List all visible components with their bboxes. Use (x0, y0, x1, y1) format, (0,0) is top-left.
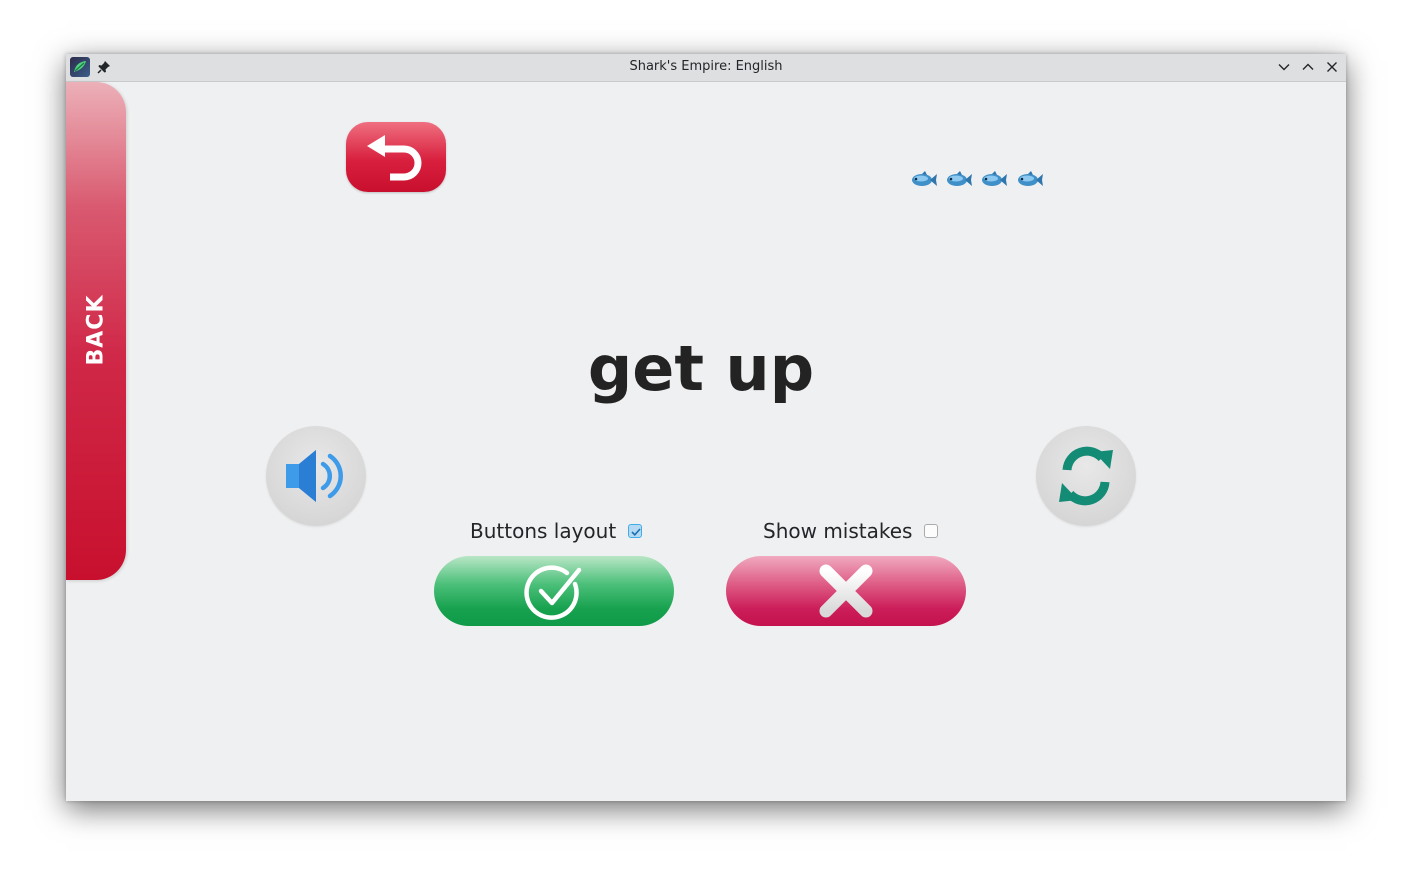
close-icon (1327, 62, 1337, 72)
current-word: get up (587, 332, 815, 405)
show-mistakes-option: Show mistakes (763, 519, 939, 543)
refresh-icon (1059, 446, 1113, 506)
buttons-layout-checkbox[interactable] (628, 524, 643, 538)
fish-icon (944, 165, 974, 195)
buttons-layout-label: Buttons layout (470, 519, 617, 543)
minimize-button[interactable] (1276, 59, 1292, 75)
maximize-button[interactable] (1300, 59, 1316, 75)
title-bar: Shark's Empire: English (66, 54, 1346, 82)
window-title: Shark's Empire: English (629, 59, 783, 74)
checkmark-icon (631, 528, 641, 536)
undo-arrow-icon (367, 135, 422, 181)
play-sound-button[interactable] (266, 426, 366, 526)
game-area: BACK get up Buttons layout Show mistakes (66, 82, 1346, 801)
fish-icon (1015, 165, 1045, 195)
close-window-button[interactable] (1324, 59, 1340, 75)
fish-icon (979, 165, 1009, 195)
app-window: Shark's Empire: English BACK get up Butt… (66, 54, 1346, 801)
speaker-icon (286, 450, 343, 502)
cross-icon (819, 564, 873, 618)
fish-icon (909, 165, 939, 195)
chevron-up-icon (1302, 63, 1314, 70)
chevron-down-icon (1278, 64, 1290, 71)
back-button[interactable]: BACK (66, 82, 126, 580)
correct-button[interactable] (434, 556, 674, 626)
buttons-layout-option: Buttons layout (470, 519, 643, 543)
undo-button[interactable] (346, 122, 446, 192)
show-mistakes-checkbox[interactable] (924, 524, 939, 538)
wrong-button[interactable] (726, 556, 966, 626)
show-mistakes-label: Show mistakes (763, 519, 913, 543)
check-circle-icon (524, 565, 582, 620)
refresh-button[interactable] (1036, 426, 1136, 526)
